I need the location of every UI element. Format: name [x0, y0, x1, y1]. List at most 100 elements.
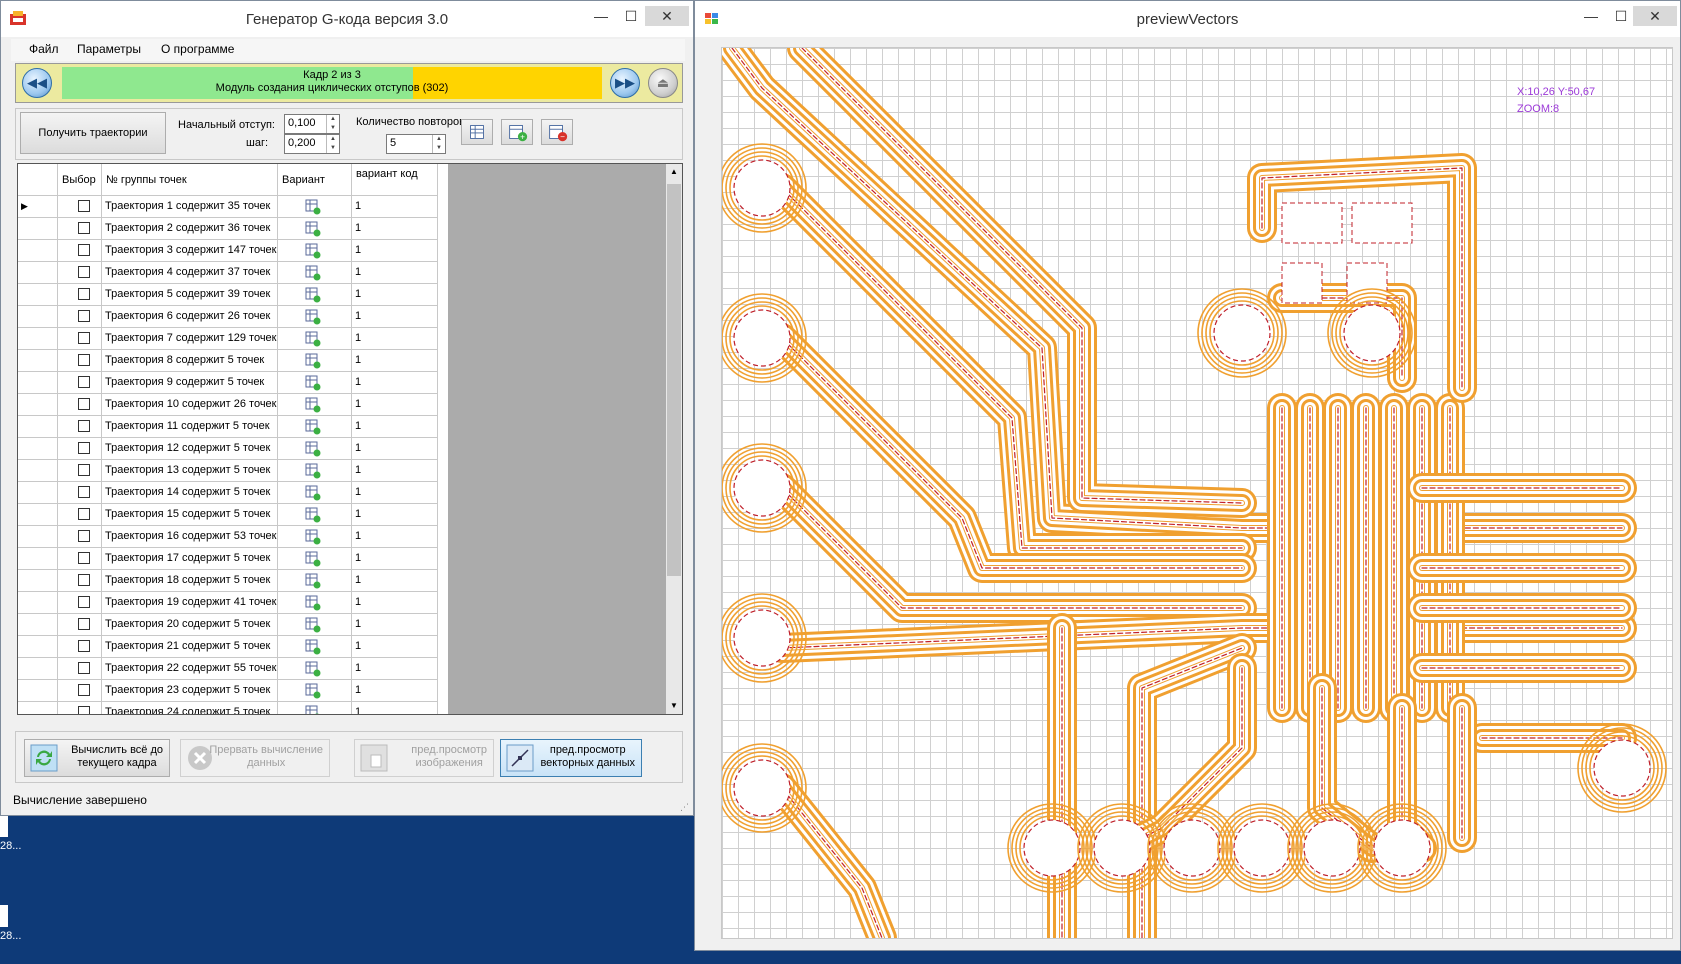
variant-cell[interactable] [278, 328, 352, 350]
table-edit-icon[interactable] [305, 375, 321, 391]
table-edit-icon[interactable] [305, 529, 321, 545]
variant-cell[interactable] [278, 592, 352, 614]
table-edit-icon[interactable] [305, 661, 321, 677]
variant-cell[interactable] [278, 570, 352, 592]
select-checkbox[interactable] [78, 706, 90, 714]
variant-cell[interactable] [278, 658, 352, 680]
variant-cell[interactable] [278, 350, 352, 372]
variant-cell[interactable] [278, 702, 352, 714]
preview-image-button[interactable]: пред.просмотр изображения [354, 739, 494, 777]
table-row[interactable]: Траектория 21 содержит 5 точек 1 [18, 636, 448, 658]
row-header[interactable] [18, 504, 58, 526]
table-row[interactable]: Траектория 20 содержит 5 точек 1 [18, 614, 448, 636]
select-cell[interactable] [58, 460, 102, 482]
select-checkbox[interactable] [78, 288, 90, 300]
select-checkbox[interactable] [78, 508, 90, 520]
table-edit-icon[interactable] [305, 353, 321, 369]
abort-computation-button[interactable]: Прервать вычисление данных [180, 739, 330, 777]
variant-cell[interactable] [278, 504, 352, 526]
select-cell[interactable] [58, 526, 102, 548]
row-header[interactable] [18, 284, 58, 306]
delete-row-button[interactable]: − [541, 119, 573, 145]
select-cell[interactable] [58, 196, 102, 218]
menu-parameters[interactable]: Параметры [77, 42, 141, 56]
select-checkbox[interactable] [78, 442, 90, 454]
variant-cell[interactable] [278, 196, 352, 218]
select-checkbox[interactable] [78, 574, 90, 586]
row-header[interactable] [18, 482, 58, 504]
variant-cell[interactable] [278, 614, 352, 636]
desktop-icon[interactable] [0, 815, 8, 837]
table-edit-icon[interactable] [305, 595, 321, 611]
preview-close-button[interactable]: ✕ [1633, 6, 1677, 26]
title-bar[interactable]: Генератор G-кода версия 3.0 — ☐ ✕ [1, 1, 693, 37]
close-button[interactable]: ✕ [645, 6, 689, 26]
table-row[interactable]: Траектория 22 содержит 55 точек 1 [18, 658, 448, 680]
row-header[interactable] [18, 680, 58, 702]
variant-cell[interactable] [278, 262, 352, 284]
variant-cell[interactable] [278, 460, 352, 482]
table-edit-icon[interactable] [305, 441, 321, 457]
row-header[interactable] [18, 372, 58, 394]
select-checkbox[interactable] [78, 354, 90, 366]
select-cell[interactable] [58, 592, 102, 614]
spin-arrows-icon[interactable]: ▲ ▼ [432, 135, 445, 153]
scroll-up-icon[interactable]: ▲ [666, 164, 682, 180]
variant-cell[interactable] [278, 416, 352, 438]
header-variant-code[interactable]: вариант код [352, 164, 438, 196]
table-view-button[interactable] [461, 119, 493, 145]
select-checkbox[interactable] [78, 684, 90, 696]
select-cell[interactable] [58, 240, 102, 262]
row-header[interactable] [18, 548, 58, 570]
select-checkbox[interactable] [78, 618, 90, 630]
variant-cell[interactable] [278, 636, 352, 658]
select-cell[interactable] [58, 658, 102, 680]
preview-maximize-button[interactable]: ☐ [1607, 6, 1635, 26]
table-edit-icon[interactable] [305, 309, 321, 325]
table-row[interactable]: ▶ Траектория 1 содержит 35 точек 1 [18, 196, 448, 218]
variant-cell[interactable] [278, 680, 352, 702]
row-header[interactable] [18, 592, 58, 614]
add-row-button[interactable]: + [501, 119, 533, 145]
table-edit-icon[interactable] [305, 243, 321, 259]
table-row[interactable]: Траектория 4 содержит 37 точек 1 [18, 262, 448, 284]
select-cell[interactable] [58, 570, 102, 592]
header-select[interactable]: Выбор [58, 164, 102, 196]
row-header[interactable] [18, 570, 58, 592]
row-header[interactable] [18, 394, 58, 416]
row-header[interactable] [18, 218, 58, 240]
select-checkbox[interactable] [78, 398, 90, 410]
row-header[interactable] [18, 350, 58, 372]
header-group-number[interactable]: № группы точек [102, 164, 278, 196]
menu-file[interactable]: Файл [29, 42, 59, 56]
table-edit-icon[interactable] [305, 265, 321, 281]
variant-cell[interactable] [278, 218, 352, 240]
preview-title-bar[interactable]: previewVectors — ☐ ✕ [695, 1, 1680, 37]
select-cell[interactable] [58, 262, 102, 284]
table-row[interactable]: Траектория 11 содержит 5 точек 1 [18, 416, 448, 438]
row-header[interactable] [18, 262, 58, 284]
scroll-thumb[interactable] [667, 184, 681, 576]
table-row[interactable]: Траектория 9 содержит 5 точек 1 [18, 372, 448, 394]
eject-button[interactable]: ⏏ [648, 68, 678, 98]
select-cell[interactable] [58, 328, 102, 350]
table-edit-icon[interactable] [305, 419, 321, 435]
select-checkbox[interactable] [78, 662, 90, 674]
table-row[interactable]: Траектория 12 содержит 5 точек 1 [18, 438, 448, 460]
variant-cell[interactable] [278, 438, 352, 460]
preview-minimize-button[interactable]: — [1577, 6, 1605, 26]
table-edit-icon[interactable] [305, 639, 321, 655]
table-edit-icon[interactable] [305, 683, 321, 699]
variant-cell[interactable] [278, 482, 352, 504]
table-row[interactable]: Траектория 8 содержит 5 точек 1 [18, 350, 448, 372]
table-row[interactable]: Траектория 16 содержит 53 точек 1 [18, 526, 448, 548]
select-cell[interactable] [58, 416, 102, 438]
table-edit-icon[interactable] [305, 221, 321, 237]
select-checkbox[interactable] [78, 596, 90, 608]
select-cell[interactable] [58, 218, 102, 240]
table-row[interactable]: Траектория 6 содержит 26 точек 1 [18, 306, 448, 328]
table-row[interactable]: Траектория 14 содержит 5 точек 1 [18, 482, 448, 504]
variant-cell[interactable] [278, 394, 352, 416]
row-header[interactable]: ▶ [18, 196, 58, 218]
row-header[interactable] [18, 658, 58, 680]
